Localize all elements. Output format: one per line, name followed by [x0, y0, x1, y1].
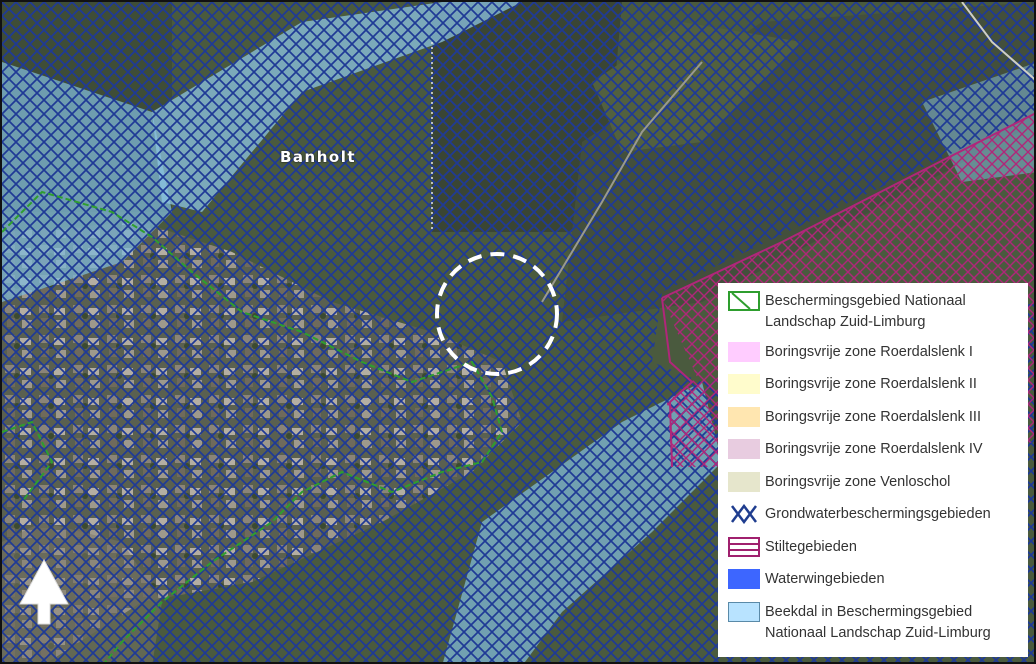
legend-item-venloschol[interactable]: Boringsvrije zone Venloschol: [728, 472, 1018, 504]
north-arrow-icon[interactable]: [18, 558, 70, 626]
blue-square-icon: [728, 569, 760, 589]
map-view[interactable]: Banholt Beschermingsgebied Nationaal Lan…: [0, 0, 1036, 664]
legend-label: Boringsvrije zone Roerdalslenk I: [765, 344, 973, 360]
legend-item-national-landscape[interactable]: Beschermingsgebied Nationaal Landschap Z…: [728, 291, 1018, 342]
light-orange-square-icon: [728, 407, 760, 427]
pink-square-icon: [728, 342, 760, 362]
place-label-banholt: Banholt: [280, 148, 357, 166]
legend-label: Boringsvrije zone Roerdalslenk II: [765, 376, 977, 392]
legend-label: Beschermingsgebied Nationaal Landschap Z…: [765, 293, 966, 330]
legend-item-groundwater[interactable]: Grondwaterbeschermingsgebieden: [728, 504, 1018, 537]
legend-label: Stiltegebieden: [765, 539, 857, 555]
legend-item-roerdalslenk-3[interactable]: Boringsvrije zone Roerdalslenk III: [728, 407, 1018, 439]
legend-label: Grondwaterbeschermingsgebieden: [765, 506, 991, 522]
legend-label: Boringsvrije zone Roerdalslenk III: [765, 409, 981, 425]
legend-item-roerdalslenk-4[interactable]: Boringsvrije zone Roerdalslenk IV: [728, 439, 1018, 472]
blue-crosshatch-icon: [728, 504, 760, 524]
legend-item-beekdal[interactable]: Beekdal in Beschermingsgebied Nationaal …: [728, 602, 1018, 653]
legend-item-stiltegebieden[interactable]: Stiltegebieden: [728, 537, 1018, 569]
legend-item-roerdalslenk-1[interactable]: Boringsvrije zone Roerdalslenk I: [728, 342, 1018, 374]
light-yellow-square-icon: [728, 374, 760, 394]
legend-item-waterwingebieden[interactable]: Waterwingebieden: [728, 569, 1018, 602]
magenta-hatch-icon: [728, 537, 760, 557]
light-blue-square-icon: [728, 602, 760, 622]
legend-label: Boringsvrije zone Venloschol: [765, 474, 951, 490]
legend-label: Boringsvrije zone Roerdalslenk IV: [765, 441, 983, 457]
legend-item-roerdalslenk-2[interactable]: Boringsvrije zone Roerdalslenk II: [728, 374, 1018, 407]
legend-label: Beekdal in Beschermingsgebied Nationaal …: [765, 604, 991, 641]
green-hatch-outline-icon: [728, 291, 760, 311]
light-purple-square-icon: [728, 439, 760, 459]
beige-square-icon: [728, 472, 760, 492]
legend-label: Waterwingebieden: [765, 571, 885, 587]
map-legend: Beschermingsgebied Nationaal Landschap Z…: [718, 283, 1028, 657]
